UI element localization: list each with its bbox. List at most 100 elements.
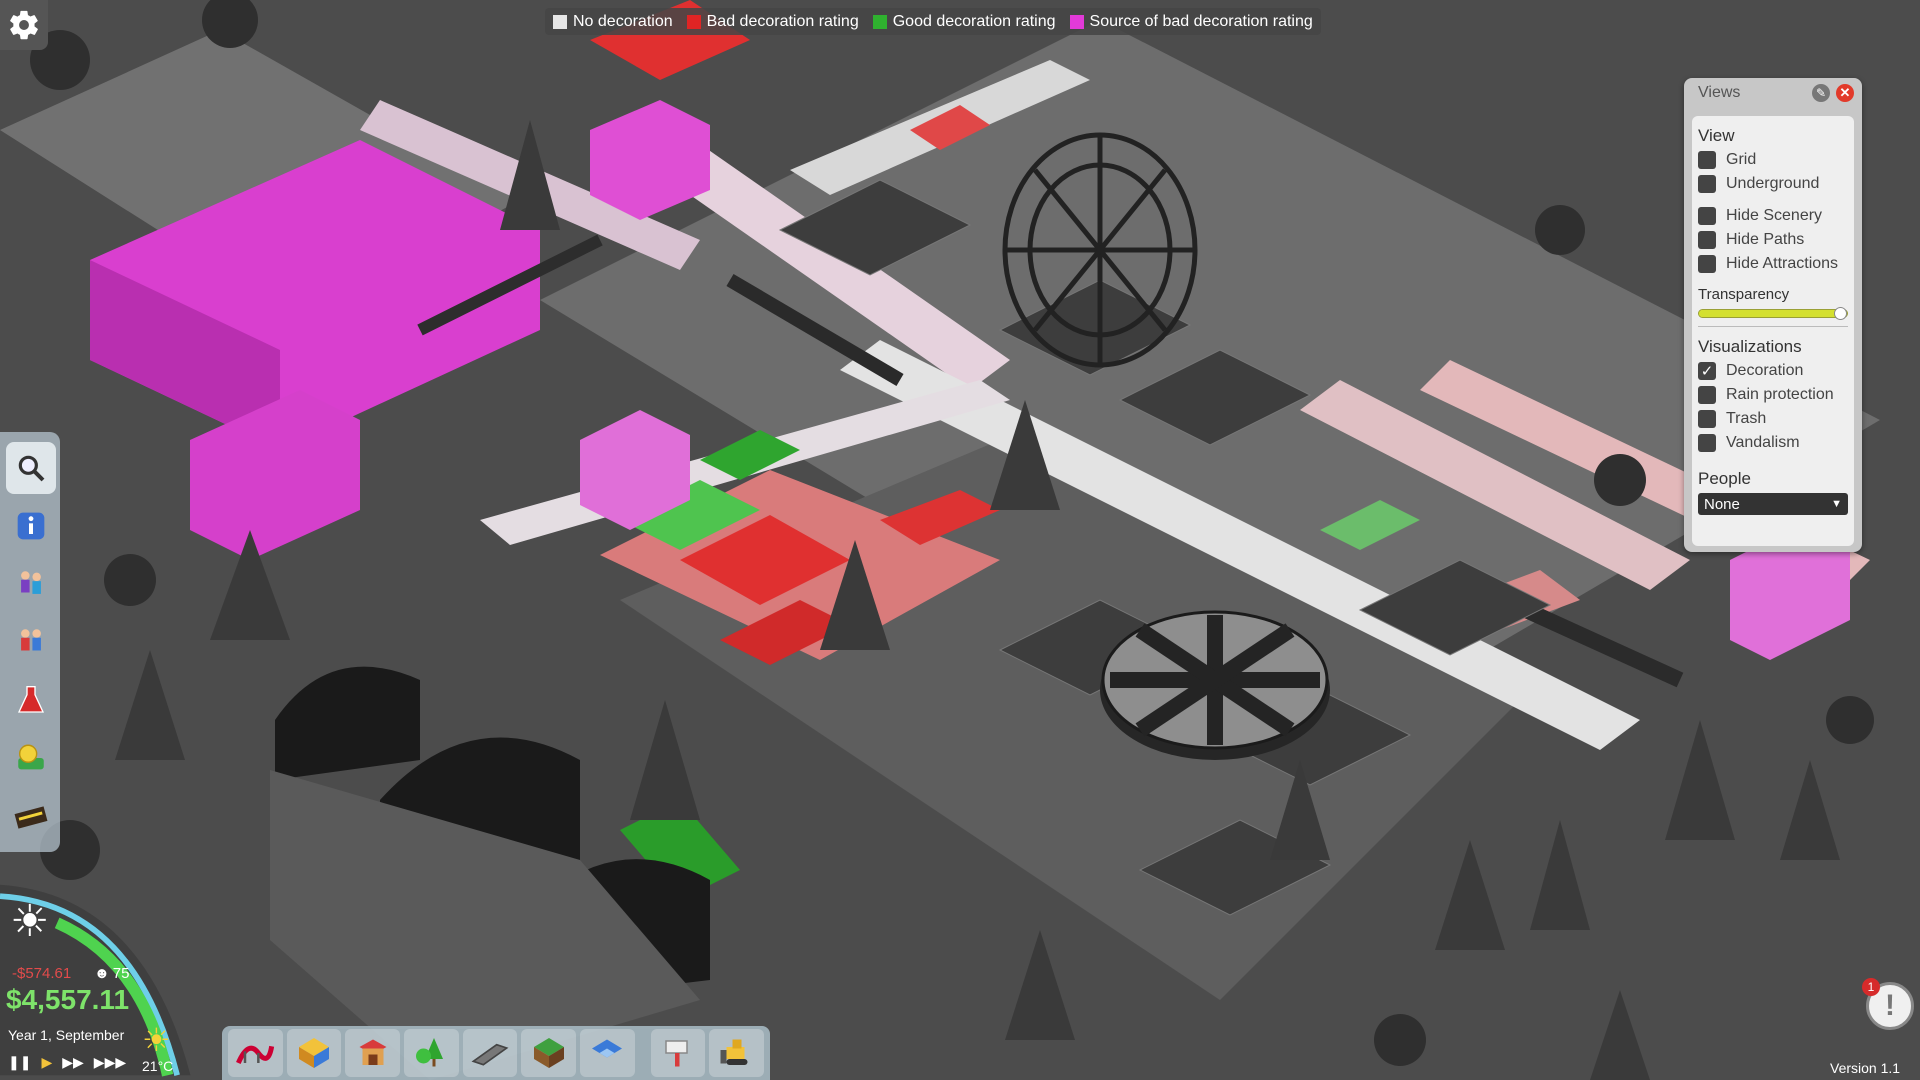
- views-panel: Views ✎ ✕ View Grid Underground Hide Sce…: [1684, 78, 1862, 552]
- checkbox-label: Grid: [1726, 151, 1757, 168]
- underground-toggle[interactable]: Underground: [1698, 172, 1848, 196]
- flat-ride-icon: [299, 1038, 330, 1068]
- research-button[interactable]: [6, 674, 56, 726]
- legend-label: Bad decoration rating: [706, 12, 859, 30]
- checkbox-label: Hide Attractions: [1726, 255, 1839, 272]
- transparency-label: Transparency: [1698, 286, 1790, 303]
- legend-swatch: [1069, 14, 1084, 29]
- legend-label: Good decoration rating: [892, 12, 1056, 30]
- date-label: Year 1, September: [8, 1027, 125, 1043]
- guest-count[interactable]: ☻ 75: [94, 965, 129, 982]
- checkbox[interactable]: [1698, 151, 1716, 169]
- legend-swatch: [686, 14, 701, 29]
- checkbox-label: Rain protection: [1726, 386, 1834, 403]
- view-section-title: View: [1698, 126, 1735, 145]
- trash-toggle[interactable]: Trash: [1698, 407, 1848, 431]
- checkbox[interactable]: [1698, 207, 1716, 225]
- park-view[interactable]: [0, 0, 1920, 1080]
- path-icon: [471, 1043, 509, 1066]
- build-shop-button[interactable]: [345, 1029, 401, 1077]
- checkbox[interactable]: [1698, 231, 1716, 249]
- fastest-forward-icon[interactable]: ▶▶▶: [94, 1054, 126, 1071]
- checkbox[interactable]: [1698, 386, 1716, 404]
- checkbox[interactable]: [1698, 434, 1716, 452]
- speed-controls: ❚❚ ▶ ▶▶ ▶▶▶: [8, 1054, 126, 1071]
- rain-protection-toggle[interactable]: Rain protection: [1698, 383, 1848, 407]
- checkmark-icon: ✓: [1700, 362, 1714, 380]
- hide-paths-toggle[interactable]: Hide Paths: [1698, 228, 1848, 252]
- scenery-icon: [416, 1038, 444, 1067]
- notification-badge: 1: [1862, 978, 1880, 996]
- checkbox-label: Hide Paths: [1726, 231, 1805, 248]
- chevron-down-icon: ▼: [1831, 498, 1842, 510]
- build-flat-ride-button[interactable]: [286, 1029, 342, 1077]
- vandalism-toggle[interactable]: Vandalism: [1698, 431, 1848, 455]
- pin-button[interactable]: ✎: [1812, 84, 1830, 102]
- info-button[interactable]: [6, 500, 56, 552]
- bulldozer-icon: [720, 1039, 748, 1065]
- checkbox[interactable]: [1698, 410, 1716, 428]
- grid-toggle[interactable]: Grid: [1698, 148, 1848, 172]
- blueprint-icon: [592, 1039, 623, 1058]
- coaster-icon: [236, 1045, 275, 1065]
- left-toolbar: [0, 432, 60, 852]
- legend-item-bad-decoration: Bad decoration rating: [686, 12, 859, 31]
- staff-button[interactable]: [6, 616, 56, 668]
- build-scenery-button[interactable]: [404, 1029, 459, 1077]
- park-management-icon: [14, 806, 48, 829]
- build-coaster-button[interactable]: [228, 1029, 283, 1077]
- decoration-toggle[interactable]: ✓ Decoration: [1698, 359, 1848, 383]
- info-icon: [17, 512, 45, 540]
- legend-label: Source of bad decoration rating: [1089, 12, 1313, 30]
- divider: [1698, 326, 1848, 327]
- checkbox-label: Underground: [1726, 175, 1820, 192]
- money-change: -$574.61: [12, 965, 72, 982]
- build-path-button[interactable]: [462, 1029, 518, 1077]
- checkbox[interactable]: ✓: [1698, 362, 1716, 380]
- legend-label: No decoration: [573, 12, 673, 30]
- pause-icon[interactable]: ❚❚: [8, 1054, 31, 1071]
- building-icon: [533, 1038, 564, 1068]
- research-icon: [17, 686, 45, 713]
- finances-button[interactable]: [6, 732, 56, 784]
- bulldozer-button[interactable]: [709, 1029, 764, 1077]
- hide-scenery-toggle[interactable]: Hide Scenery: [1698, 204, 1848, 228]
- blueprints-button[interactable]: [580, 1029, 635, 1077]
- decoration-legend: No decoration Bad decoration rating Good…: [545, 8, 1321, 35]
- transparency-slider[interactable]: [1698, 307, 1848, 320]
- slider-handle[interactable]: [1834, 307, 1847, 320]
- exclamation-icon: !: [1885, 989, 1895, 1022]
- gear-icon: [10, 10, 38, 40]
- checkbox-label: Trash: [1726, 410, 1767, 427]
- shop-icon: [359, 1039, 387, 1065]
- checkbox-label: Vandalism: [1726, 434, 1800, 451]
- views-panel-body: View Grid Underground Hide Scenery Hide …: [1692, 116, 1854, 546]
- legend-item-no-decoration: No decoration: [553, 13, 673, 31]
- checkbox[interactable]: [1698, 175, 1716, 193]
- search-icon: [18, 455, 45, 482]
- checkbox-label: Hide Scenery: [1726, 207, 1823, 224]
- guests-icon: [21, 571, 41, 594]
- views-panel-title: Views: [1698, 84, 1741, 101]
- park-management-button[interactable]: [6, 790, 56, 842]
- people-dropdown[interactable]: None ▼: [1698, 493, 1848, 515]
- legend-item-bad-source: Source of bad decoration rating: [1069, 12, 1313, 31]
- dropdown-value: None: [1704, 495, 1740, 513]
- paint-button[interactable]: [650, 1029, 706, 1077]
- pin-icon: ✎: [1815, 86, 1827, 100]
- guests-button[interactable]: [6, 558, 56, 610]
- checkbox[interactable]: [1698, 255, 1716, 273]
- fast-forward-icon[interactable]: ▶▶: [62, 1054, 84, 1071]
- weather-sun-icon: ☀: [10, 897, 50, 946]
- temperature-sun-icon: ☀: [142, 1022, 171, 1058]
- build-building-button[interactable]: [521, 1029, 577, 1077]
- money-total[interactable]: $4,557.11: [6, 984, 129, 1016]
- play-icon[interactable]: ▶: [41, 1054, 52, 1071]
- settings-button[interactable]: [0, 0, 48, 50]
- hide-attractions-toggle[interactable]: Hide Attractions: [1698, 252, 1848, 276]
- legend-item-good-decoration: Good decoration rating: [872, 12, 1056, 31]
- search-button[interactable]: [6, 442, 56, 494]
- close-button[interactable]: ✕: [1836, 84, 1854, 102]
- staff-icon: [21, 629, 41, 651]
- views-panel-header[interactable]: Views ✎ ✕: [1684, 78, 1862, 108]
